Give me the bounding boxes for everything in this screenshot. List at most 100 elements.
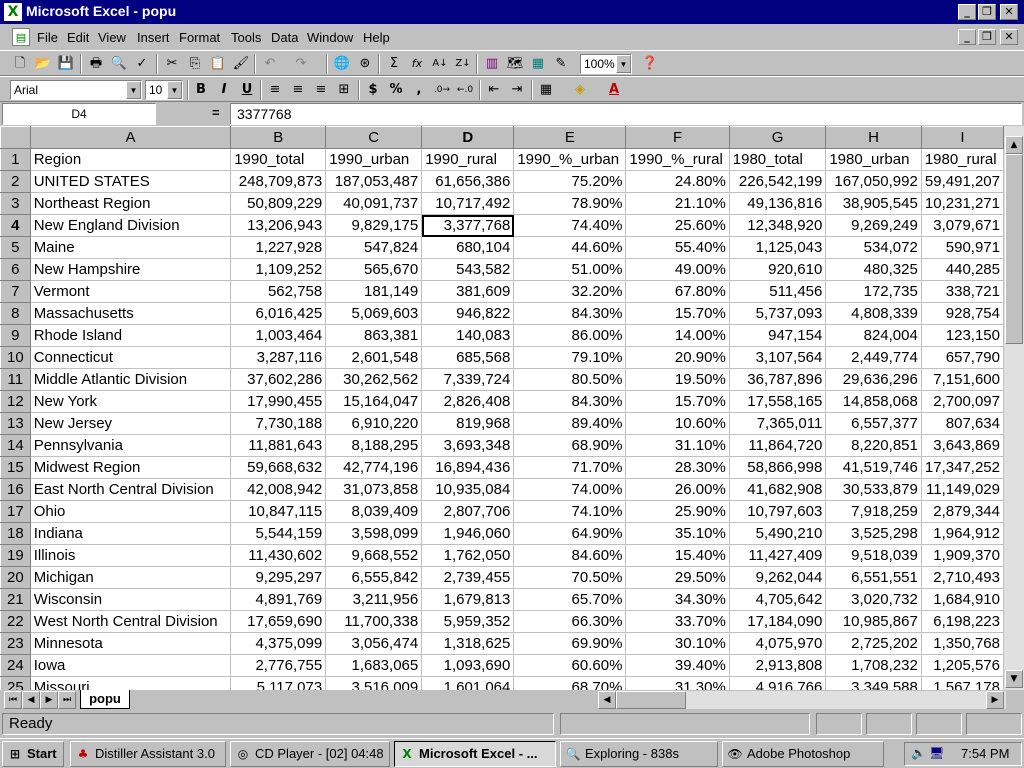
data-cell[interactable]: 67.80% <box>625 280 730 303</box>
data-cell[interactable]: 6,198,223 <box>921 610 1004 633</box>
data-cell[interactable]: 41,682,908 <box>729 478 827 501</box>
data-cell[interactable]: 14,858,068 <box>825 390 922 413</box>
region-cell[interactable]: New England Division <box>30 214 232 237</box>
region-cell[interactable]: UNITED STATES <box>30 170 232 193</box>
data-cell[interactable]: 1,109,252 <box>230 258 327 281</box>
row-header[interactable]: 25 <box>0 676 31 690</box>
data-cell[interactable]: 15,164,047 <box>325 390 423 413</box>
region-cell[interactable]: Connecticut <box>30 346 232 369</box>
column-header-b[interactable]: B <box>230 126 327 149</box>
data-cell[interactable]: 49.00% <box>625 258 730 281</box>
next-sheet-icon[interactable]: ▶ <box>40 691 58 709</box>
row-header[interactable]: 9 <box>0 324 31 347</box>
data-cell[interactable]: 2,826,408 <box>421 390 515 413</box>
data-cell[interactable]: 863,381 <box>325 324 423 347</box>
data-cell[interactable]: 1,601,064 <box>421 676 515 690</box>
align-right-icon[interactable]: ≡ <box>311 80 331 100</box>
doc-minimize-button[interactable]: _ <box>958 29 976 45</box>
row-header[interactable]: 10 <box>0 346 31 369</box>
vertical-scrollbar[interactable]: ▲ ▼ <box>1004 126 1024 690</box>
data-cell[interactable]: 30,262,562 <box>325 368 423 391</box>
data-cell[interactable]: 11,881,643 <box>230 434 327 457</box>
data-cell[interactable]: 685,568 <box>421 346 515 369</box>
print-preview-icon[interactable]: 🔍 <box>109 54 129 74</box>
font-select[interactable]: Arial ▼ <box>10 80 142 100</box>
data-cell[interactable]: 14.00% <box>625 324 730 347</box>
data-cell[interactable]: 226,542,199 <box>729 170 827 193</box>
data-cell[interactable]: 31.30% <box>625 676 730 690</box>
data-cell[interactable]: 38,905,545 <box>825 192 922 215</box>
task-excel[interactable]: X Microsoft Excel - ... <box>394 741 556 767</box>
data-cell[interactable]: 40,091,737 <box>325 192 423 215</box>
menu-format[interactable]: Format <box>179 30 220 45</box>
data-cell[interactable]: 15.70% <box>625 390 730 413</box>
data-cell[interactable]: 2,739,455 <box>421 566 515 589</box>
row-header[interactable]: 24 <box>0 654 31 677</box>
data-cell[interactable]: 25.90% <box>625 500 730 523</box>
data-cell[interactable]: 9,829,175 <box>325 214 423 237</box>
monitor-icon[interactable]: 🖥 <box>929 746 944 760</box>
task-photoshop[interactable]: 👁 Adobe Photoshop <box>722 741 884 767</box>
data-cell[interactable]: 84.30% <box>513 302 627 325</box>
region-cell[interactable]: Pennsylvania <box>30 434 232 457</box>
prev-sheet-icon[interactable]: ◀ <box>22 691 40 709</box>
region-cell[interactable]: Region <box>30 148 232 171</box>
data-cell[interactable]: 6,910,220 <box>325 412 423 435</box>
data-cell[interactable]: 34.30% <box>625 588 730 611</box>
data-cell[interactable]: 1,318,625 <box>421 632 515 655</box>
data-cell[interactable]: 2,776,755 <box>230 654 327 677</box>
data-cell[interactable]: 381,609 <box>421 280 515 303</box>
data-cell[interactable]: 6,557,377 <box>825 412 922 435</box>
data-cell[interactable]: 16,894,436 <box>421 456 515 479</box>
data-cell[interactable]: 440,285 <box>921 258 1004 281</box>
italic-button[interactable]: I <box>214 80 234 100</box>
row-header[interactable]: 22 <box>0 610 31 633</box>
office-assistant-icon[interactable]: ✎ <box>551 54 571 74</box>
horizontal-scrollbar[interactable]: ◀ ▶ <box>598 691 1006 709</box>
data-cell[interactable]: 1,093,690 <box>421 654 515 677</box>
region-cell[interactable]: Northeast Region <box>30 192 232 215</box>
menu-view[interactable]: View <box>98 30 126 45</box>
region-cell[interactable]: Ohio <box>30 500 232 523</box>
task-exploring[interactable]: 🔍 Exploring - 838s <box>560 741 718 767</box>
data-cell[interactable]: 534,072 <box>825 236 922 259</box>
data-cell[interactable]: 10.60% <box>625 412 730 435</box>
data-cell[interactable]: 39.40% <box>625 654 730 677</box>
row-header[interactable]: 2 <box>0 170 31 193</box>
title-bar[interactable]: X Microsoft Excel - popu _ ❐ ✕ <box>0 0 1024 24</box>
insert-hyperlink-icon[interactable]: 🌐 <box>332 54 352 74</box>
data-cell[interactable]: 1980_urban <box>825 148 922 171</box>
data-cell[interactable]: 74.40% <box>513 214 627 237</box>
column-header-h[interactable]: H <box>825 126 922 149</box>
spreadsheet-grid[interactable]: ABCDEFGHI 1 Region 1990_total 1990_urban 199… <box>0 126 1004 690</box>
data-cell[interactable]: 17,184,090 <box>729 610 827 633</box>
select-all-corner[interactable] <box>0 126 31 149</box>
data-cell[interactable]: 543,582 <box>421 258 515 281</box>
paste-icon[interactable]: 📋 <box>208 54 228 74</box>
restore-button[interactable]: ❐ <box>978 4 996 20</box>
cut-icon[interactable]: ✂ <box>162 54 182 74</box>
region-cell[interactable]: New Jersey <box>30 412 232 435</box>
menu-edit[interactable]: Edit <box>67 30 89 45</box>
font-color-icon[interactable]: A <box>604 80 624 100</box>
bold-button[interactable]: B <box>191 80 211 100</box>
row-header[interactable]: 5 <box>0 236 31 259</box>
data-cell[interactable]: 2,725,202 <box>825 632 922 655</box>
row-header[interactable]: 1 <box>0 148 31 171</box>
data-cell[interactable]: 3,598,099 <box>325 522 423 545</box>
row-header[interactable]: 16 <box>0 478 31 501</box>
row-header[interactable]: 7 <box>0 280 31 303</box>
data-cell[interactable]: 1,946,060 <box>421 522 515 545</box>
data-cell[interactable]: 3,287,116 <box>230 346 327 369</box>
data-cell[interactable]: 2,913,808 <box>729 654 827 677</box>
column-header-i[interactable]: I <box>920 126 1004 149</box>
region-cell[interactable]: Vermont <box>30 280 232 303</box>
data-cell[interactable]: 1980_rural <box>921 148 1004 171</box>
menu-insert[interactable]: Insert <box>137 30 170 45</box>
row-header[interactable]: 15 <box>0 456 31 479</box>
data-cell[interactable]: 50,809,229 <box>230 192 327 215</box>
data-cell[interactable]: 1,567,178 <box>921 676 1004 690</box>
formula-input[interactable]: 3377768 <box>230 103 1022 125</box>
region-cell[interactable]: New York <box>30 390 232 413</box>
data-cell[interactable]: 1,125,043 <box>729 236 827 259</box>
